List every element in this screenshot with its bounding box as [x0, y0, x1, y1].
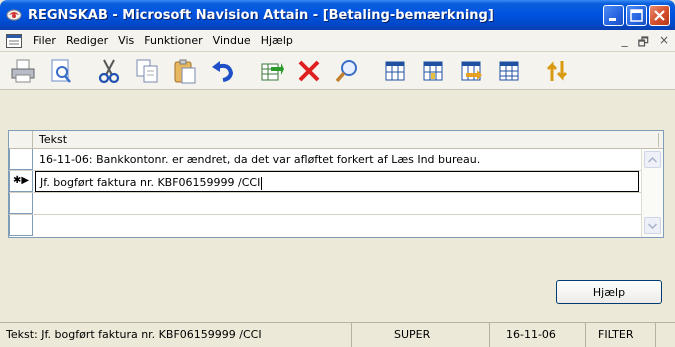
table-filter-icon — [423, 61, 443, 80]
column-header-tekst[interactable]: Tekst — [39, 133, 67, 146]
status-extra — [656, 323, 675, 347]
copy-icon — [136, 59, 158, 82]
maximize-button[interactable] — [626, 4, 647, 26]
scroll-down-button[interactable] — [644, 217, 661, 234]
help-button-label: Hjælp — [592, 285, 626, 299]
chevron-up-icon — [648, 156, 657, 163]
status-work-date: 16-11-06 — [490, 323, 586, 347]
flow-filter-button[interactable] — [454, 54, 488, 88]
field-filter-icon — [385, 61, 405, 80]
delete-icon — [298, 60, 320, 81]
menu-filer[interactable]: Filer — [28, 34, 61, 47]
document-window-icon[interactable] — [6, 33, 22, 48]
new-record-marker-icon: ✱▶ — [13, 175, 30, 186]
status-field-text: Tekst: Jf. bogført faktura nr. KBF061599… — [0, 323, 352, 347]
window-title: REGNSKAB - Microsoft Navision Attain - [… — [28, 7, 494, 23]
status-user: SUPER — [352, 323, 490, 347]
flow-filter-icon — [461, 61, 482, 80]
tekst-cell[interactable] — [35, 193, 639, 214]
table-row[interactable]: 16-11-06: Bankkontonr. er ændret, da det… — [9, 149, 641, 171]
mdi-restore-button[interactable]: 🗗 — [638, 33, 649, 54]
row-selector[interactable] — [9, 193, 33, 214]
scroll-up-button[interactable] — [644, 151, 661, 168]
field-filter-button[interactable] — [378, 54, 412, 88]
row-selector[interactable] — [9, 215, 33, 236]
show-all-button[interactable] — [492, 54, 526, 88]
sort-icon — [546, 60, 568, 81]
copy-button[interactable] — [130, 54, 164, 88]
title-bar[interactable]: REGNSKAB - Microsoft Navision Attain - [… — [0, 0, 675, 30]
navision-app-icon[interactable] — [6, 7, 22, 23]
close-button[interactable] — [649, 4, 670, 26]
paste-button[interactable] — [168, 54, 202, 88]
remarks-grid: Tekst 16-11-06: Bankkontonr. er ændret, … — [8, 130, 664, 238]
cut-icon — [98, 59, 120, 83]
mdi-close-button[interactable]: × — [659, 33, 669, 54]
close-icon — [654, 9, 665, 21]
minimize-icon — [609, 17, 616, 21]
undo-icon — [212, 60, 234, 82]
menu-vindue[interactable]: Vindue — [208, 34, 256, 47]
tekst-cell[interactable] — [35, 215, 639, 236]
table-filter-button[interactable] — [416, 54, 450, 88]
menu-funktioner[interactable]: Funktioner — [139, 34, 207, 47]
help-button[interactable]: Hjælp — [556, 280, 662, 304]
new-record-icon — [261, 62, 284, 80]
row-selector[interactable]: ✱▶ — [9, 171, 33, 192]
show-all-icon — [499, 61, 519, 80]
cut-button[interactable] — [92, 54, 126, 88]
chevron-down-icon — [648, 222, 657, 229]
menu-vis[interactable]: Vis — [113, 34, 139, 47]
tekst-cell-editing[interactable]: Jf. bogført faktura nr. KBF06159999 /CCI — [35, 171, 639, 192]
mdi-controls: _ 🗗 × — [622, 33, 669, 54]
print-button[interactable] — [6, 54, 40, 88]
vertical-scrollbar[interactable] — [641, 149, 663, 237]
status-bar: Tekst: Jf. bogført faktura nr. KBF061599… — [0, 322, 675, 347]
print-preview-icon — [51, 59, 71, 83]
undo-button[interactable] — [206, 54, 240, 88]
minimize-button[interactable] — [603, 4, 624, 26]
menu-bar: Filer Rediger Vis Funktioner Vindue Hjæl… — [0, 30, 675, 52]
find-icon — [335, 59, 357, 82]
sort-button[interactable] — [540, 54, 574, 88]
grid-header: Tekst — [9, 131, 663, 149]
table-row[interactable] — [9, 215, 641, 237]
find-button[interactable] — [330, 54, 364, 88]
print-icon — [11, 59, 35, 82]
tekst-cell[interactable]: 16-11-06: Bankkontonr. er ændret, da det… — [35, 149, 639, 170]
header-select-all[interactable] — [9, 131, 33, 149]
menu-hjaelp[interactable]: Hjælp — [256, 34, 298, 47]
new-record-button[interactable] — [254, 54, 288, 88]
print-preview-button[interactable] — [44, 54, 78, 88]
menu-rediger[interactable]: Rediger — [61, 34, 113, 47]
row-selector[interactable] — [9, 149, 33, 170]
table-row[interactable] — [9, 193, 641, 215]
delete-button[interactable] — [292, 54, 326, 88]
tekst-cell-text: Jf. bogført faktura nr. KBF06159999 /CCI — [40, 176, 261, 189]
toolbar — [0, 52, 675, 90]
status-filter: FILTER — [586, 323, 656, 347]
mdi-minimize-button[interactable]: _ — [622, 33, 628, 54]
paste-icon — [174, 59, 196, 83]
text-cursor — [261, 176, 263, 190]
form-body: Tekst 16-11-06: Bankkontonr. er ændret, … — [0, 90, 675, 322]
table-row-active[interactable]: ✱▶ Jf. bogført faktura nr. KBF06159999 /… — [9, 171, 641, 193]
